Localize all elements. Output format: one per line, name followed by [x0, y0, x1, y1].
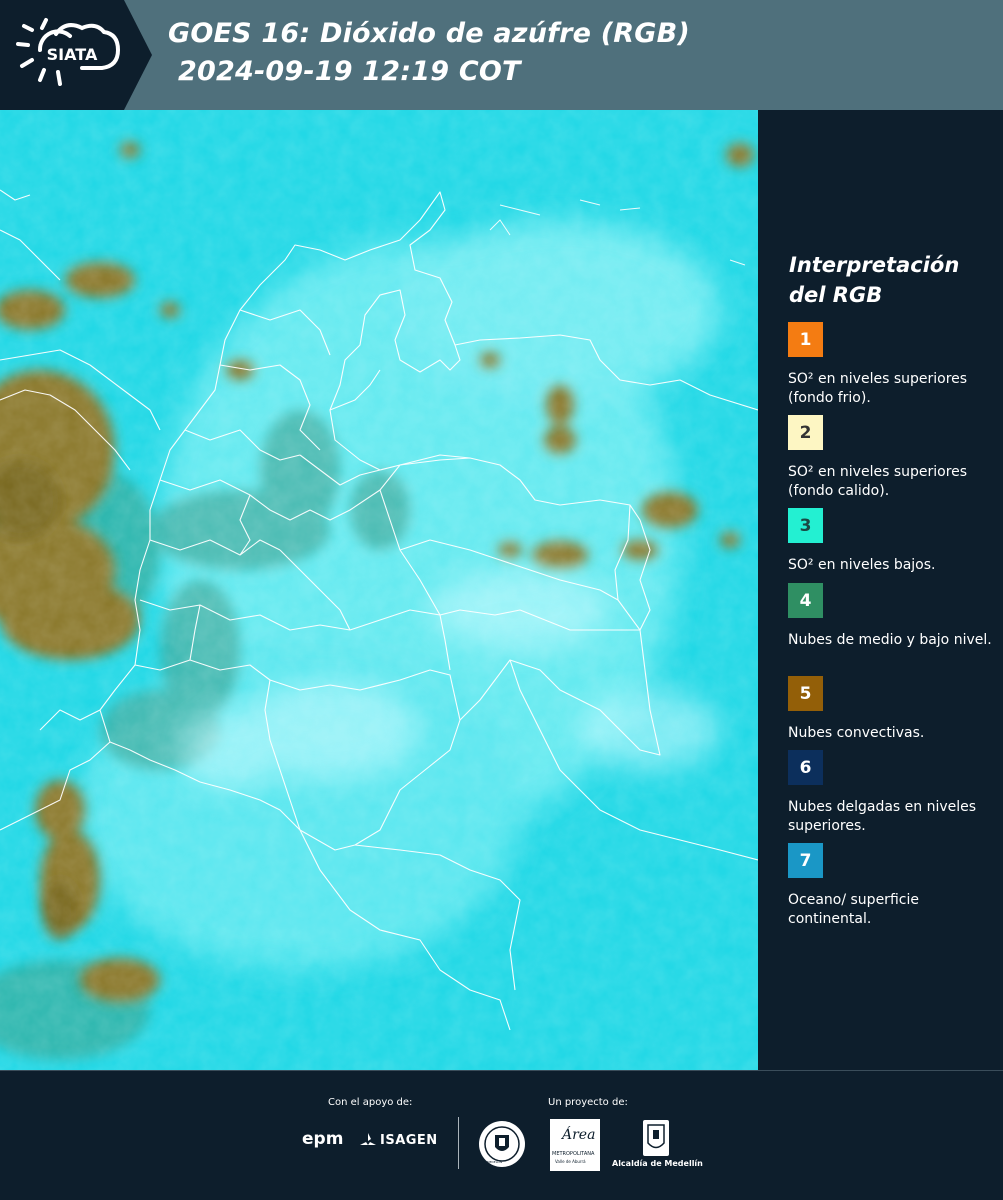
legend-item-3: 3 SO² en niveles bajos.: [788, 508, 993, 575]
legend-title: Interpretación del RGB: [789, 253, 960, 307]
isagen-mark-icon: [360, 1133, 376, 1145]
legend-number-1: 1: [799, 329, 812, 350]
legend-label-7: Oceano/ superficie continental.: [788, 892, 919, 927]
legend-number-7: 7: [799, 850, 812, 871]
legend-number-4: 4: [799, 590, 812, 611]
siata-logo-text: SIATA: [47, 45, 98, 64]
legend-item-6: 6 Nubes delgadas en niveles superiores.: [788, 750, 993, 836]
isagen-logo: ISAGEN: [358, 1131, 442, 1155]
legend-swatch-2: 2: [788, 415, 823, 450]
page-title: GOES 16: Dióxido de azúfre (RGB): [168, 18, 690, 49]
legend-swatch-6: 6: [788, 750, 823, 785]
legend-item-7: 7 Oceano/ superficie continental.: [788, 843, 993, 929]
project-label: Un proyecto de:: [548, 1097, 628, 1108]
legend-label-5: Nubes convectivas.: [788, 725, 925, 741]
alcaldia-shield-icon: [643, 1120, 669, 1156]
legend-panel: Interpretación del RGB 1 SO² en niveles …: [758, 110, 1003, 1070]
legend-swatch-1: 1: [788, 322, 823, 357]
header-bar: SIATA GOES 16: Dióxido de azúfre (RGB) 2…: [0, 0, 1003, 110]
legend-label-3: SO² en niveles bajos.: [788, 557, 936, 573]
page-timestamp: 2024-09-19 12:19 COT: [178, 56, 521, 87]
alcaldia-medellin-logo: Alcaldía de Medellín: [612, 1119, 704, 1171]
area-metropolitana-logo: Área METROPOLITANA Valle de Aburrá: [550, 1119, 600, 1171]
legend-swatch-3: 3: [788, 508, 823, 543]
epm-logo: epm: [302, 1129, 352, 1153]
legend-item-4: 4 Nubes de medio y bajo nivel.: [788, 583, 993, 650]
legend-item-1: 1 SO² en niveles superiores (fondo frio)…: [788, 322, 993, 408]
area-logo-text: Área: [562, 1127, 596, 1143]
legend-number-3: 3: [799, 515, 812, 536]
legend-swatch-4: 4: [788, 583, 823, 618]
legend-swatch-7: 7: [788, 843, 823, 878]
area-logo-sub2: Valle de Aburrá: [555, 1159, 586, 1164]
legend-number-5: 5: [799, 683, 812, 704]
footer-bar: Con el apoyo de: Un proyecto de: epm ISA…: [0, 1070, 1003, 1200]
medellin-seal-text: MEDELLIN: [487, 1160, 503, 1164]
epm-logo-text: epm: [302, 1129, 344, 1149]
siata-logo: SIATA: [0, 0, 152, 110]
legend-label-2: SO² en niveles superiores (fondo calido)…: [788, 464, 968, 499]
legend-label-1: SO² en niveles superiores (fondo frio).: [788, 371, 968, 406]
legend-label-6: Nubes delgadas en niveles superiores.: [788, 799, 977, 834]
area-logo-sub: METROPOLITANA: [552, 1151, 595, 1157]
legend-number-2: 2: [799, 422, 812, 443]
legend-number-6: 6: [799, 757, 812, 778]
legend-item-5: 5 Nubes convectivas.: [788, 676, 993, 743]
footer-divider: [458, 1117, 459, 1169]
legend-swatch-5: 5: [788, 676, 823, 711]
support-label: Con el apoyo de:: [328, 1097, 413, 1108]
legend-item-2: 2 SO² en niveles superiores (fondo calid…: [788, 415, 993, 503]
medellin-seal-logo: MEDELLIN: [477, 1119, 527, 1169]
legend-label-4: Nubes de medio y bajo nivel.: [788, 632, 992, 648]
satellite-rgb-map: [0, 110, 758, 1070]
map-canvas: [0, 110, 758, 1070]
alcaldia-logo-text: Alcaldía de Medellín: [612, 1159, 703, 1168]
isagen-logo-text: ISAGEN: [380, 1133, 438, 1148]
